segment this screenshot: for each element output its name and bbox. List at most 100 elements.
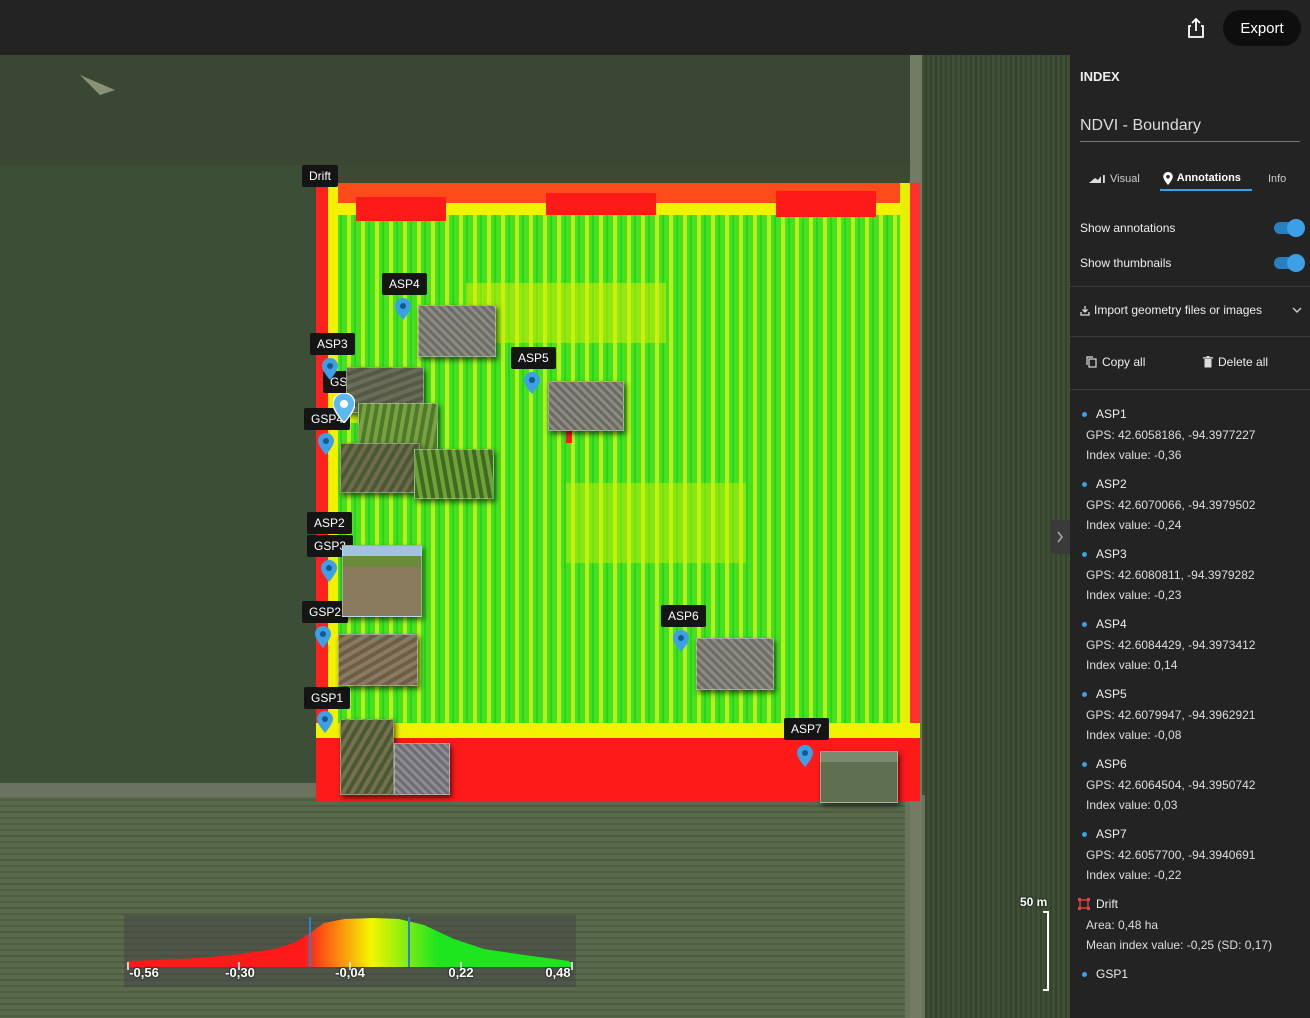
- annotation-gps: GPS: 42.6058186, -94.3977227: [1086, 428, 1256, 442]
- show-thumbnails-label: Show thumbnails: [1080, 256, 1172, 270]
- annotation-index-value: Index value: -0,22: [1086, 867, 1182, 882]
- annotation-item-drift[interactable]: Drift Area: 0,48 ha Mean index value: -0…: [1070, 891, 1310, 961]
- chevron-right-icon: [1057, 531, 1063, 543]
- map-pin-gsp2[interactable]: [315, 626, 331, 648]
- thumbnail-gsp3[interactable]: [342, 545, 422, 617]
- collapse-panel-button[interactable]: [1050, 520, 1070, 554]
- share-button[interactable]: [1180, 12, 1212, 44]
- divider: [1070, 286, 1310, 287]
- export-button[interactable]: Export: [1223, 10, 1301, 46]
- thumbnail-asp6[interactable]: [696, 638, 774, 690]
- annotation-area: Area: 0,48 ha: [1086, 918, 1159, 932]
- annotation-item[interactable]: ASP3 GPS: 42.6080811, -94.3979282 Index …: [1070, 541, 1310, 611]
- map-label-drift[interactable]: Drift: [302, 165, 338, 187]
- point-marker-icon: [1082, 481, 1087, 487]
- trash-icon: [1203, 356, 1213, 368]
- annotation-index-value: Index value: 0,14: [1086, 657, 1178, 672]
- point-marker-icon: [1082, 621, 1087, 627]
- tab-visual[interactable]: Visual: [1088, 167, 1140, 191]
- legend-tick: -0,56: [129, 965, 159, 980]
- annotation-index-value: Index value: -0,08: [1086, 727, 1182, 742]
- scale-bar: [1043, 911, 1049, 991]
- map-pin-gsp4[interactable]: [318, 433, 334, 455]
- annotation-item[interactable]: ASP1 GPS: 42.6058186, -94.3977227 Index …: [1070, 401, 1310, 471]
- divider: [1070, 336, 1310, 337]
- thumbnail-asp5[interactable]: [548, 381, 624, 431]
- point-marker-icon: [1082, 551, 1087, 557]
- map-pin-gsp1[interactable]: [317, 711, 333, 733]
- copy-icon: [1086, 356, 1097, 368]
- map-pin-asp6[interactable]: [673, 630, 689, 652]
- annotation-name: ASP7: [1096, 827, 1127, 841]
- divider: [1070, 389, 1310, 390]
- thumbnail-asp4[interactable]: [418, 305, 496, 357]
- annotation-name: ASP2: [1096, 477, 1127, 491]
- annotation-gps: GPS: 42.6057700, -94.3940691: [1086, 848, 1256, 862]
- thumbnail-asp1[interactable]: [394, 743, 450, 795]
- scale-label: 50 m: [1020, 895, 1048, 909]
- annotation-item[interactable]: ASP6 GPS: 42.6064504, -94.3950742 Index …: [1070, 751, 1310, 821]
- map-view[interactable]: Drift ASP4 ASP3 GSP5 ASP5 GSP4 ASP2 GSP3…: [0, 55, 1070, 1018]
- thumbnail-gsp2[interactable]: [338, 634, 418, 686]
- annotation-item[interactable]: ASP7 GPS: 42.6057700, -94.3940691 Index …: [1070, 821, 1310, 891]
- map-pin-asp3[interactable]: [322, 358, 338, 380]
- annotation-name: ASP3: [1096, 547, 1127, 561]
- annotation-index-value: Index value: 0,03: [1086, 797, 1178, 812]
- map-pin-gsp3[interactable]: [321, 560, 337, 582]
- map-label-asp2[interactable]: ASP2: [307, 512, 352, 534]
- map-pin-asp5[interactable]: [524, 372, 540, 394]
- point-marker-icon: [1082, 971, 1087, 977]
- tab-visual-label: Visual: [1110, 173, 1140, 185]
- import-label: Import geometry files or images: [1094, 303, 1263, 317]
- annotation-item[interactable]: GSP1: [1070, 961, 1310, 989]
- annotation-name: ASP6: [1096, 757, 1127, 771]
- annotation-list: ASP1 GPS: 42.6058186, -94.3977227 Index …: [1070, 401, 1310, 989]
- annotation-gps: GPS: 42.6084429, -94.3973412: [1086, 638, 1256, 652]
- show-thumbnails-toggle[interactable]: [1274, 254, 1305, 272]
- annotation-name: ASP1: [1096, 407, 1127, 421]
- annotation-name: ASP5: [1096, 687, 1127, 701]
- chart-icon: [1089, 175, 1105, 183]
- map-label-asp5[interactable]: ASP5: [511, 347, 556, 369]
- map-label-gsp1[interactable]: GSP1: [304, 687, 351, 709]
- download-icon: [1080, 305, 1090, 316]
- thumbnail-gsp1[interactable]: [340, 719, 394, 795]
- map-pin-asp4[interactable]: [395, 298, 411, 320]
- legend-tick: -0,30: [225, 965, 255, 980]
- map-label-asp4[interactable]: ASP4: [382, 273, 427, 295]
- import-geometry-dropdown[interactable]: Import geometry files or images: [1080, 303, 1302, 317]
- map-pin-asp7[interactable]: [797, 745, 813, 767]
- annotation-name: ASP4: [1096, 617, 1127, 631]
- annotation-index-value: Index value: -0,24: [1086, 517, 1182, 532]
- map-pin-gsp5[interactable]: [333, 393, 355, 423]
- delete-all-button[interactable]: Delete all: [1203, 355, 1268, 369]
- copy-all-button[interactable]: Copy all: [1086, 355, 1145, 369]
- map-label-asp7[interactable]: ASP7: [784, 718, 829, 740]
- panel-tabs: Visual Annotations Info: [1080, 167, 1302, 193]
- annotation-gps: GPS: 42.6070066, -94.3979502: [1086, 498, 1256, 512]
- annotation-item[interactable]: ASP5 GPS: 42.6079947, -94.3962921 Index …: [1070, 681, 1310, 751]
- thumbnail-gsp4-b[interactable]: [414, 449, 494, 499]
- chevron-down-icon: [1292, 307, 1302, 313]
- show-annotations-toggle[interactable]: [1274, 219, 1305, 237]
- thumbnail-asp7[interactable]: [820, 751, 898, 803]
- annotation-gps: GPS: 42.6079947, -94.3962921: [1086, 708, 1256, 722]
- index-histogram-legend[interactable]: -0,56 -0,30 -0,04 0,22 0,48: [124, 915, 576, 987]
- map-label-asp6[interactable]: ASP6: [661, 605, 706, 627]
- thumbnail-gsp4[interactable]: [340, 443, 420, 493]
- copy-all-label: Copy all: [1102, 355, 1146, 369]
- annotation-gps: GPS: 42.6064504, -94.3950742: [1086, 778, 1256, 792]
- point-marker-icon: [1082, 761, 1087, 767]
- polygon-icon: [1078, 898, 1090, 910]
- annotation-item[interactable]: ASP4 GPS: 42.6084429, -94.3973412 Index …: [1070, 611, 1310, 681]
- top-bar: Export: [0, 0, 1310, 55]
- annotation-index-value: Index value: -0,36: [1086, 447, 1182, 462]
- map-label-asp3[interactable]: ASP3: [310, 333, 355, 355]
- tab-annotations[interactable]: Annotations: [1159, 167, 1252, 191]
- delete-all-label: Delete all: [1218, 355, 1269, 369]
- layer-name-field[interactable]: NDVI - Boundary: [1080, 117, 1300, 142]
- index-panel: INDEX NDVI - Boundary Visual Annotations…: [1070, 55, 1310, 1018]
- annotation-item[interactable]: ASP2 GPS: 42.6070066, -94.3979502 Index …: [1070, 471, 1310, 541]
- show-annotations-label: Show annotations: [1080, 221, 1176, 235]
- tab-info[interactable]: Info: [1268, 167, 1286, 191]
